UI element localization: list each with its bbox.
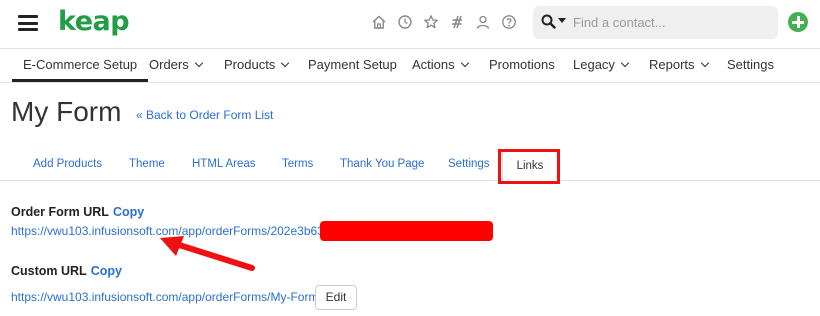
keap-logo[interactable]: keap: [58, 6, 130, 37]
chevron-down-icon: [620, 58, 630, 68]
red-arrow-annotation-icon: [160, 236, 255, 271]
menu-promotions[interactable]: Promotions: [489, 49, 555, 82]
edit-custom-url-button[interactable]: Edit: [315, 285, 357, 310]
menu-reports[interactable]: Reports: [649, 49, 709, 82]
top-bar: keap: [0, 0, 820, 48]
tab-add-products[interactable]: Add Products: [33, 158, 102, 170]
menu-settings[interactable]: Settings: [727, 49, 774, 82]
custom-url-link[interactable]: https://vwu103.infusionsoft.com/app/orde…: [11, 290, 318, 304]
menu-orders[interactable]: Orders: [149, 49, 203, 82]
add-plus-button[interactable]: [788, 12, 808, 32]
tab-terms[interactable]: Terms: [282, 158, 313, 170]
star-icon[interactable]: [422, 13, 440, 31]
chevron-down-icon: [460, 58, 469, 68]
order-form-url-heading: Order Form URL Copy: [11, 205, 145, 219]
back-to-order-form-list-link[interactable]: « Back to Order Form List: [136, 108, 273, 122]
contact-search[interactable]: [533, 6, 778, 39]
redaction-mark: [320, 221, 493, 241]
chevron-down-icon: [700, 58, 709, 68]
search-icon[interactable]: [541, 14, 556, 29]
chevron-down-icon: [281, 58, 290, 68]
custom-url-copy-link[interactable]: Copy: [91, 264, 122, 278]
nav-icons: [370, 13, 518, 31]
form-subtabs: Add Products Theme HTML Areas Terms Than…: [0, 150, 820, 182]
tab-settings[interactable]: Settings: [448, 158, 490, 170]
search-input[interactable]: [573, 14, 768, 31]
main-menu-bar: E-Commerce Setup Orders Products Payment…: [0, 48, 820, 83]
page-title: My Form: [11, 96, 122, 127]
tab-thank-you-page[interactable]: Thank You Page: [340, 158, 424, 170]
chevron-down-icon: [194, 58, 203, 68]
home-icon[interactable]: [370, 13, 388, 31]
menu-products[interactable]: Products: [224, 49, 290, 82]
menu-actions[interactable]: Actions: [412, 49, 469, 82]
menu-legacy[interactable]: Legacy: [573, 49, 630, 82]
person-icon[interactable]: [474, 13, 492, 31]
clock-icon[interactable]: [396, 13, 414, 31]
tab-html-areas[interactable]: HTML Areas: [192, 158, 255, 170]
custom-url-heading: Custom URL Copy: [11, 264, 122, 278]
help-icon[interactable]: [500, 13, 518, 31]
menu-payment-setup[interactable]: Payment Setup: [308, 49, 397, 82]
search-dropdown-chevron-icon[interactable]: [558, 18, 566, 23]
hashtag-icon[interactable]: [448, 13, 466, 31]
tab-theme[interactable]: Theme: [129, 158, 165, 170]
links-tab-highlight-annotation: [498, 149, 560, 184]
order-form-url-copy-link[interactable]: Copy: [113, 205, 144, 219]
menu-ecommerce-setup[interactable]: E-Commerce Setup: [12, 49, 149, 82]
hamburger-menu-icon[interactable]: [18, 15, 38, 31]
